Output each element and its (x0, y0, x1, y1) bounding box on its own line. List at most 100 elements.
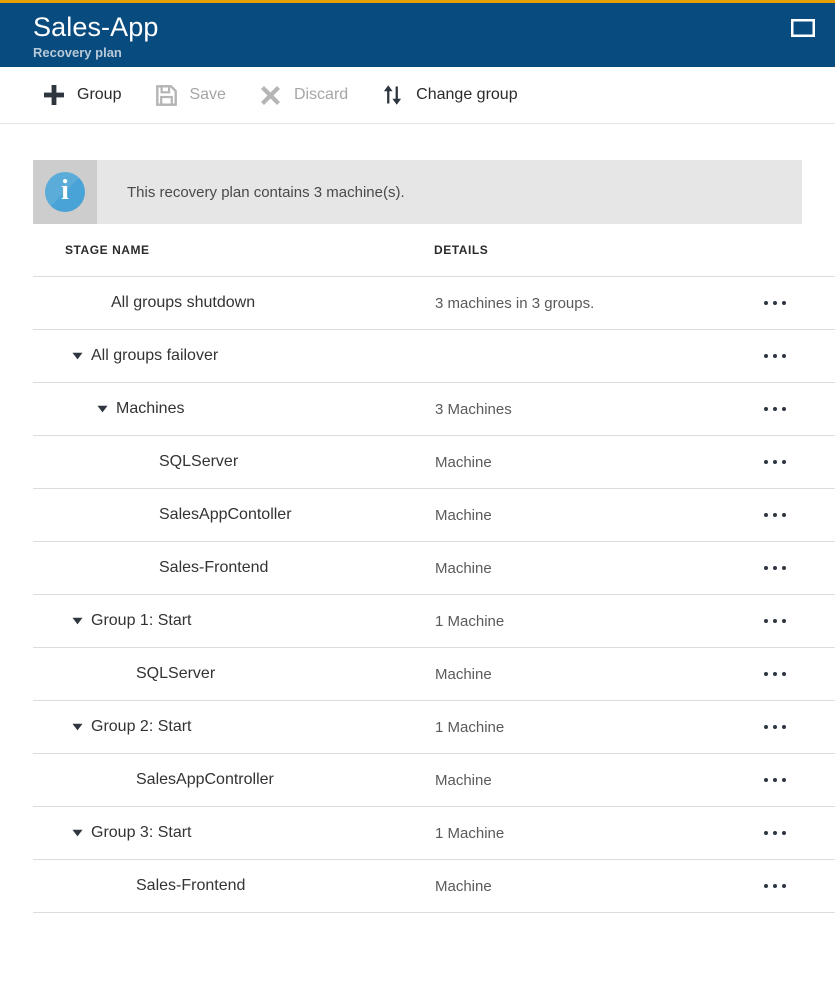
cell-stage-name: Group 2: Start (33, 718, 434, 736)
ellipsis-icon[interactable] (758, 289, 792, 317)
chevron-down-icon[interactable] (72, 829, 88, 837)
add-group-button[interactable]: Group (30, 75, 133, 115)
ellipsis-icon[interactable] (758, 395, 792, 423)
info-banner: i This recovery plan contains 3 machine(… (33, 160, 802, 224)
chevron-down-icon[interactable] (72, 723, 88, 731)
cell-actions (757, 342, 835, 370)
cell-details: Machine (435, 771, 492, 789)
change-group-button[interactable]: Change group (369, 75, 529, 115)
command-toolbar: Group Save Discard Change group (0, 67, 835, 124)
stage-name-label: Group 3: Start (91, 824, 192, 841)
column-header-stage-name: STAGE NAME (65, 243, 150, 257)
cell-actions (757, 660, 835, 688)
ellipsis-icon[interactable] (758, 342, 792, 370)
stage-name-label: SQLServer (136, 665, 216, 682)
table-row-1[interactable]: All groups failover (33, 330, 835, 383)
stage-name-label: All groups failover (91, 347, 219, 364)
grid-header-row: STAGE NAME DETAILS (33, 224, 835, 277)
stage-name-label: Group 1: Start (91, 612, 192, 629)
cell-actions (757, 607, 835, 635)
blade-body: i This recovery plan contains 3 machine(… (0, 160, 835, 913)
cell-actions (757, 554, 835, 582)
cell-details: 3 Machines (435, 400, 512, 418)
change-group-label: Change group (416, 86, 518, 103)
cell-stage-name: SalesAppContoller (33, 506, 434, 524)
ellipsis-icon[interactable] (758, 660, 792, 688)
plus-icon (42, 83, 66, 107)
cell-stage-name: Sales-Frontend (33, 877, 434, 895)
swap-arrows-icon (381, 83, 405, 107)
info-icon-container: i (33, 160, 97, 224)
stage-name-label: Sales-Frontend (159, 559, 269, 576)
recovery-plan-grid: STAGE NAME DETAILS All groups shutdown 3… (33, 224, 835, 913)
column-header-details: DETAILS (434, 243, 489, 257)
stage-name-label: SalesAppController (136, 771, 274, 788)
cell-actions (757, 501, 835, 529)
table-row-0[interactable]: All groups shutdown 3 machines in 3 grou… (33, 277, 835, 330)
cell-stage-name: Sales-Frontend (33, 559, 434, 577)
cell-actions (757, 872, 835, 900)
cell-details: 3 machines in 3 groups. (435, 294, 595, 312)
cell-details: Machine (435, 877, 492, 895)
restore-window-icon[interactable] (789, 17, 817, 39)
table-row-8[interactable]: Group 2: Start 1 Machine (33, 701, 835, 754)
cell-stage-name: SQLServer (33, 665, 434, 683)
chevron-down-icon[interactable] (72, 617, 88, 625)
table-row-4[interactable]: SalesAppContoller Machine (33, 489, 835, 542)
ellipsis-icon[interactable] (758, 766, 792, 794)
cell-actions (757, 289, 835, 317)
stage-name-label: Group 2: Start (91, 718, 192, 735)
stage-name-label: Sales-Frontend (136, 877, 246, 894)
page-title: Sales-App (33, 12, 159, 42)
save-disk-icon (154, 83, 178, 107)
cell-actions (757, 448, 835, 476)
discard-button[interactable]: Discard (247, 75, 360, 115)
stage-name-label: SQLServer (159, 453, 239, 470)
cell-stage-name: SQLServer (33, 453, 434, 471)
chevron-down-icon[interactable] (97, 405, 113, 413)
stage-name-label: SalesAppContoller (159, 506, 292, 523)
stage-name-label: Machines (116, 400, 185, 417)
table-row-10[interactable]: Group 3: Start 1 Machine (33, 807, 835, 860)
cell-stage-name: SalesAppController (33, 771, 434, 789)
cell-actions (757, 766, 835, 794)
ellipsis-icon[interactable] (758, 554, 792, 582)
cell-details: 1 Machine (435, 718, 505, 736)
cell-details: 1 Machine (435, 824, 505, 842)
ellipsis-icon[interactable] (758, 819, 792, 847)
page-subtitle: Recovery plan (33, 45, 122, 60)
table-row-2[interactable]: Machines 3 Machines (33, 383, 835, 436)
table-row-11[interactable]: Sales-Frontend Machine (33, 860, 835, 913)
table-row-5[interactable]: Sales-Frontend Machine (33, 542, 835, 595)
discard-label: Discard (293, 86, 349, 103)
blade-header: Sales-App Recovery plan (0, 3, 835, 67)
cell-stage-name: Group 3: Start (33, 824, 434, 842)
table-row-7[interactable]: SQLServer Machine (33, 648, 835, 701)
cell-details: Machine (435, 506, 492, 524)
save-button[interactable]: Save (142, 75, 237, 115)
cell-stage-name: Machines (33, 400, 434, 418)
chevron-down-icon[interactable] (72, 352, 88, 360)
table-row-3[interactable]: SQLServer Machine (33, 436, 835, 489)
info-icon: i (45, 172, 85, 212)
cell-details: 1 Machine (435, 612, 505, 630)
add-group-label: Group (77, 86, 122, 103)
cell-details: Machine (435, 559, 492, 577)
info-banner-message: This recovery plan contains 3 machine(s)… (127, 183, 405, 201)
cross-icon (259, 83, 283, 107)
table-row-6[interactable]: Group 1: Start 1 Machine (33, 595, 835, 648)
grid-body: All groups shutdown 3 machines in 3 grou… (33, 277, 835, 913)
cell-stage-name: All groups shutdown (33, 294, 434, 312)
ellipsis-icon[interactable] (758, 872, 792, 900)
cell-actions (757, 395, 835, 423)
cell-details: Machine (435, 453, 492, 471)
ellipsis-icon[interactable] (758, 501, 792, 529)
ellipsis-icon[interactable] (758, 448, 792, 476)
table-row-9[interactable]: SalesAppController Machine (33, 754, 835, 807)
cell-actions (757, 713, 835, 741)
info-icon-glyph: i (61, 175, 69, 206)
ellipsis-icon[interactable] (758, 607, 792, 635)
stage-name-label: All groups shutdown (111, 294, 256, 311)
cell-stage-name: Group 1: Start (33, 612, 434, 630)
ellipsis-icon[interactable] (758, 713, 792, 741)
